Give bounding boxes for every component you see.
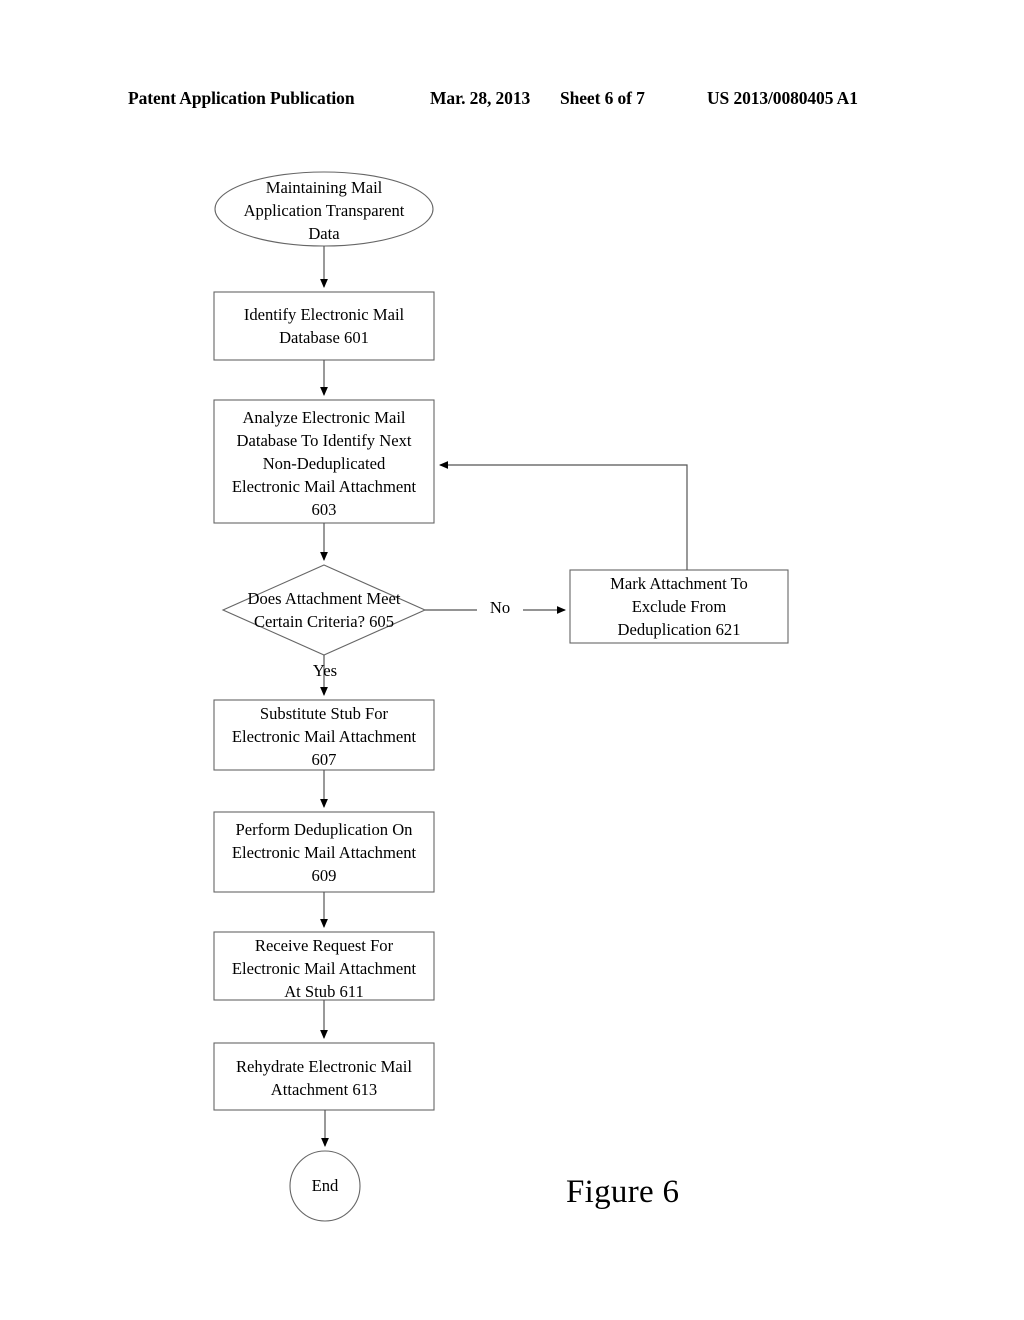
figure-caption: Figure 6 [566,1174,680,1210]
flowchart-figure: Maintaining Mail Application Transparent… [0,0,1024,1320]
node-603-label: Analyze Electronic Mail Database To Iden… [231,408,417,519]
edge-label-no: No [489,598,511,617]
node-605-label: Does Attachment Meet Certain Criteria? 6… [247,589,401,631]
node-621-label: Mark Attachment To Exclude From Deduplic… [610,574,748,639]
node-613-label: Rehydrate Electronic Mail Attachment 613 [235,1057,412,1099]
flowchart-svg [213,171,789,1222]
node-609-label: Perform Deduplication On Electronic Mail… [231,820,417,885]
node-607-label: Substitute Stub For Electronic Mail Atta… [231,704,417,769]
edge-621-to-603-feedback [439,461,688,570]
edge-label-yes: Yes [312,661,338,680]
node-611-label: Receive Request For Electronic Mail Atta… [231,936,417,1001]
node-601-label: Identify Electronic Mail Database 601 [243,305,405,347]
node-end-label: End [311,1176,339,1195]
node-start-label: Maintaining Mail Application Transparent… [243,178,405,243]
